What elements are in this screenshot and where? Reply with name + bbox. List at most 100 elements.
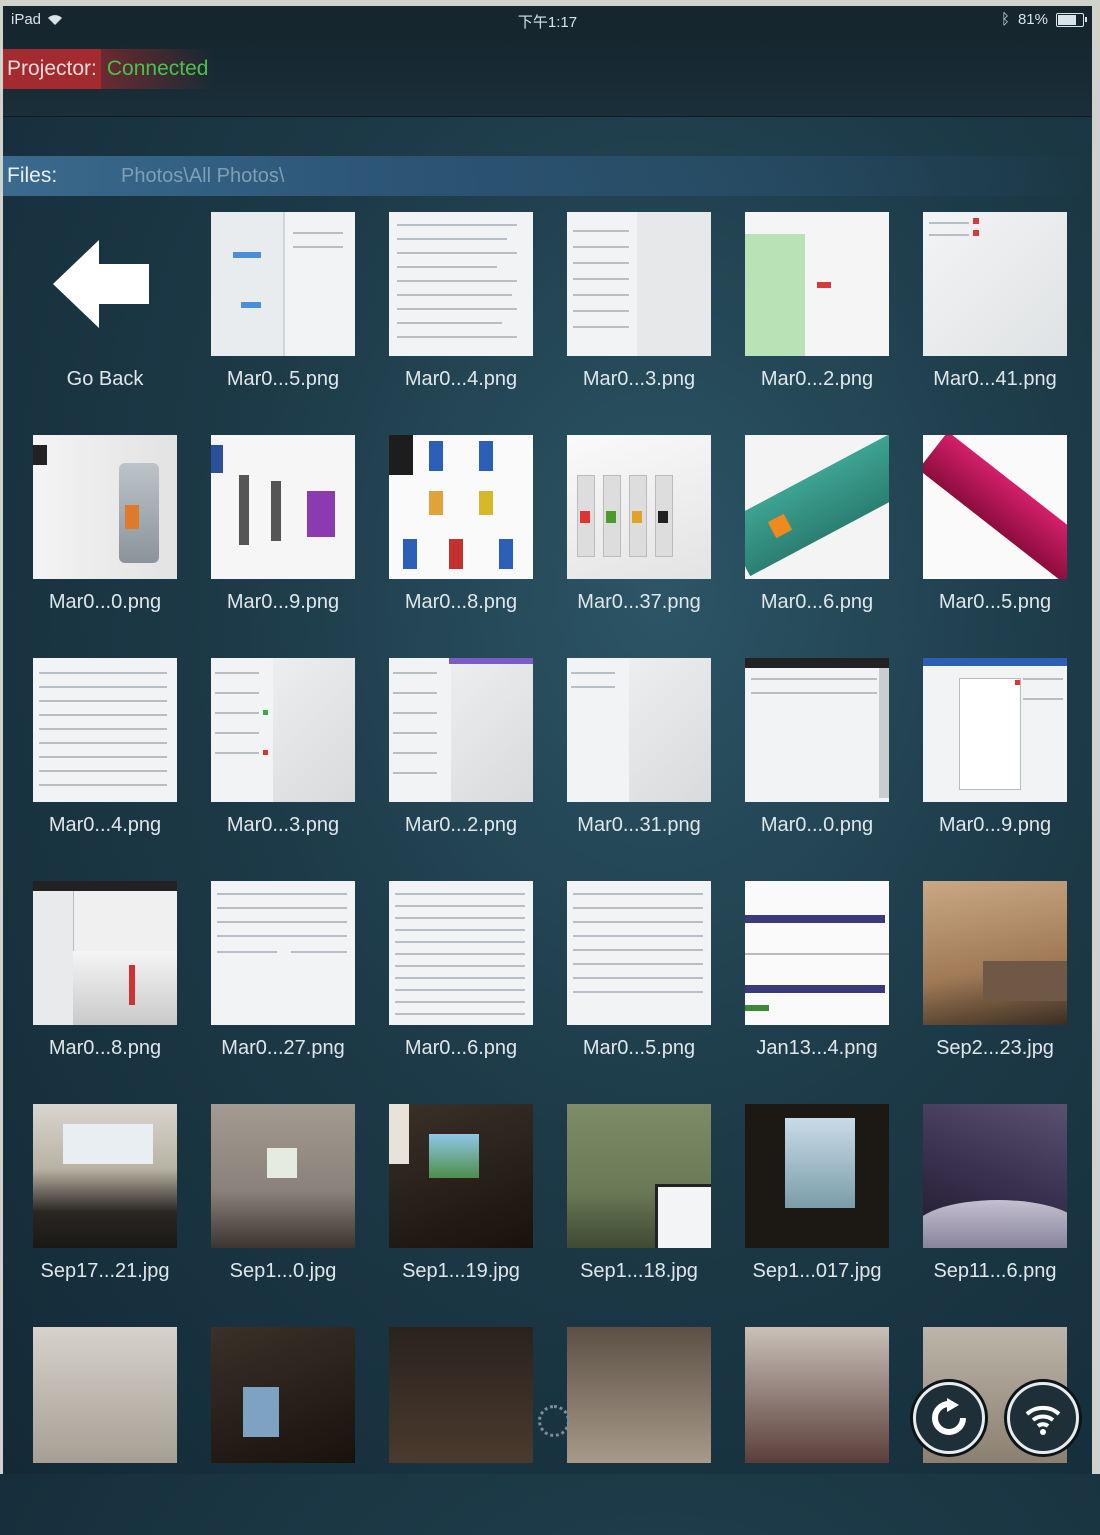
file-thumbnail (567, 881, 711, 1025)
wifi-icon (1025, 1405, 1061, 1435)
file-thumbnail (923, 658, 1067, 802)
file-item[interactable] (376, 1325, 546, 1535)
go-back-label: Go Back (66, 368, 144, 390)
back-arrow-icon (33, 212, 177, 356)
projector-label: Projector: (3, 49, 101, 89)
file-name: Mar0...5.png (226, 368, 340, 390)
file-item[interactable]: Sep11...6.png (910, 1102, 1080, 1312)
file-name: Mar0...9.png (938, 814, 1052, 836)
file-item[interactable]: Mar0...4.png (20, 656, 190, 866)
file-thumbnail (211, 1104, 355, 1248)
file-thumbnail (923, 881, 1067, 1025)
file-item[interactable]: Mar0...6.png (732, 433, 902, 643)
file-thumbnail (567, 212, 711, 356)
file-thumbnail (745, 1104, 889, 1248)
file-thumbnail (211, 212, 355, 356)
file-item[interactable] (198, 1325, 368, 1535)
file-name: Mar0...27.png (221, 1037, 345, 1059)
go-back-button[interactable]: Go Back (20, 210, 190, 420)
file-thumbnail (211, 658, 355, 802)
file-name: Mar0...0.png (760, 814, 874, 836)
file-item[interactable]: Mar0...2.png (732, 210, 902, 420)
file-thumbnail (745, 881, 889, 1025)
file-thumbnail (389, 1104, 533, 1248)
file-item[interactable] (732, 1325, 902, 1535)
file-thumbnail (923, 435, 1067, 579)
file-thumbnail (745, 1327, 889, 1463)
refresh-button[interactable] (913, 1382, 985, 1454)
file-name: Mar0...4.png (404, 368, 518, 390)
file-name: Mar0...3.png (226, 814, 340, 836)
file-item[interactable]: Mar0...5.png (198, 210, 368, 420)
file-thumbnail (33, 1104, 177, 1248)
file-item[interactable]: Mar0...2.png (376, 656, 546, 866)
file-name: Sep1...0.jpg (229, 1260, 337, 1282)
file-thumbnail (389, 1327, 533, 1463)
file-item[interactable]: Mar0...5.png (554, 879, 724, 1089)
file-thumbnail (211, 1327, 355, 1463)
file-item[interactable]: Mar0...6.png (376, 879, 546, 1089)
wifi-button[interactable] (1007, 1382, 1079, 1454)
file-thumbnail (211, 435, 355, 579)
files-path-bar: Files: Photos\All Photos\ (3, 156, 1092, 196)
file-item[interactable]: Mar0...4.png (376, 210, 546, 420)
file-item[interactable]: Mar0...9.png (910, 656, 1080, 866)
battery-icon (1056, 12, 1087, 27)
file-item[interactable]: Mar0...31.png (554, 656, 724, 866)
files-path[interactable]: Photos\All Photos\ (121, 165, 284, 188)
file-item[interactable]: Mar0...41.png (910, 210, 1080, 420)
file-name: Jan13...4.png (756, 1037, 878, 1059)
projector-bar: Projector: Connected (3, 34, 1092, 117)
file-thumbnail (33, 1327, 177, 1463)
file-thumbnail (745, 435, 889, 579)
file-name: Sep17...21.jpg (40, 1260, 170, 1282)
file-name: Mar0...41.png (933, 368, 1057, 390)
file-item[interactable]: Mar0...27.png (198, 879, 368, 1089)
file-thumbnail (567, 1327, 711, 1463)
files-label: Files: (7, 164, 58, 187)
file-item[interactable]: Mar0...0.png (732, 656, 902, 866)
file-thumbnail (389, 881, 533, 1025)
file-item[interactable]: Sep17...21.jpg (20, 1102, 190, 1312)
file-thumbnail (745, 658, 889, 802)
file-item[interactable]: Mar0...3.png (198, 656, 368, 866)
file-item[interactable]: Mar0...0.png (20, 433, 190, 643)
file-item[interactable]: Mar0...5.png (910, 433, 1080, 643)
file-item[interactable] (20, 1325, 190, 1535)
file-item[interactable]: Sep1...19.jpg (376, 1102, 546, 1312)
file-thumbnail (33, 881, 177, 1025)
file-thumbnail (33, 658, 177, 802)
file-thumbnail (923, 212, 1067, 356)
file-item[interactable]: Sep2...23.jpg (910, 879, 1080, 1089)
bluetooth-icon: ᛒ (1000, 11, 1010, 28)
file-thumbnail (389, 658, 533, 802)
file-item[interactable] (554, 1325, 724, 1535)
file-name: Mar0...6.png (404, 1037, 518, 1059)
file-thumbnail (567, 1104, 711, 1248)
file-name: Mar0...3.png (582, 368, 696, 390)
file-item[interactable]: Mar0...3.png (554, 210, 724, 420)
file-thumbnail (745, 212, 889, 356)
file-thumbnail (567, 658, 711, 802)
file-name: Mar0...2.png (404, 814, 518, 836)
file-name: Mar0...6.png (760, 591, 874, 613)
file-thumbnail (567, 435, 711, 579)
file-item[interactable]: Mar0...37.png (554, 433, 724, 643)
file-item[interactable]: Mar0...8.png (376, 433, 546, 643)
file-item[interactable]: Sep1...18.jpg (554, 1102, 724, 1312)
file-name: Mar0...5.png (938, 591, 1052, 613)
status-bar: iPad 下午1:17 ᛒ 81% (3, 6, 1092, 34)
file-item[interactable]: Jan13...4.png (732, 879, 902, 1089)
file-name: Mar0...5.png (582, 1037, 696, 1059)
status-time: 下午1:17 (517, 14, 578, 31)
file-item[interactable]: Mar0...8.png (20, 879, 190, 1089)
file-item[interactable]: Sep1...017.jpg (732, 1102, 902, 1312)
file-thumbnail (211, 881, 355, 1025)
loading-spinner-icon (538, 1405, 570, 1437)
projector-status: Projector: Connected (3, 48, 215, 90)
file-item[interactable]: Mar0...9.png (198, 433, 368, 643)
file-name: Mar0...8.png (404, 591, 518, 613)
file-name: Mar0...9.png (226, 591, 340, 613)
file-item[interactable]: Sep1...0.jpg (198, 1102, 368, 1312)
file-thumbnail (33, 435, 177, 579)
